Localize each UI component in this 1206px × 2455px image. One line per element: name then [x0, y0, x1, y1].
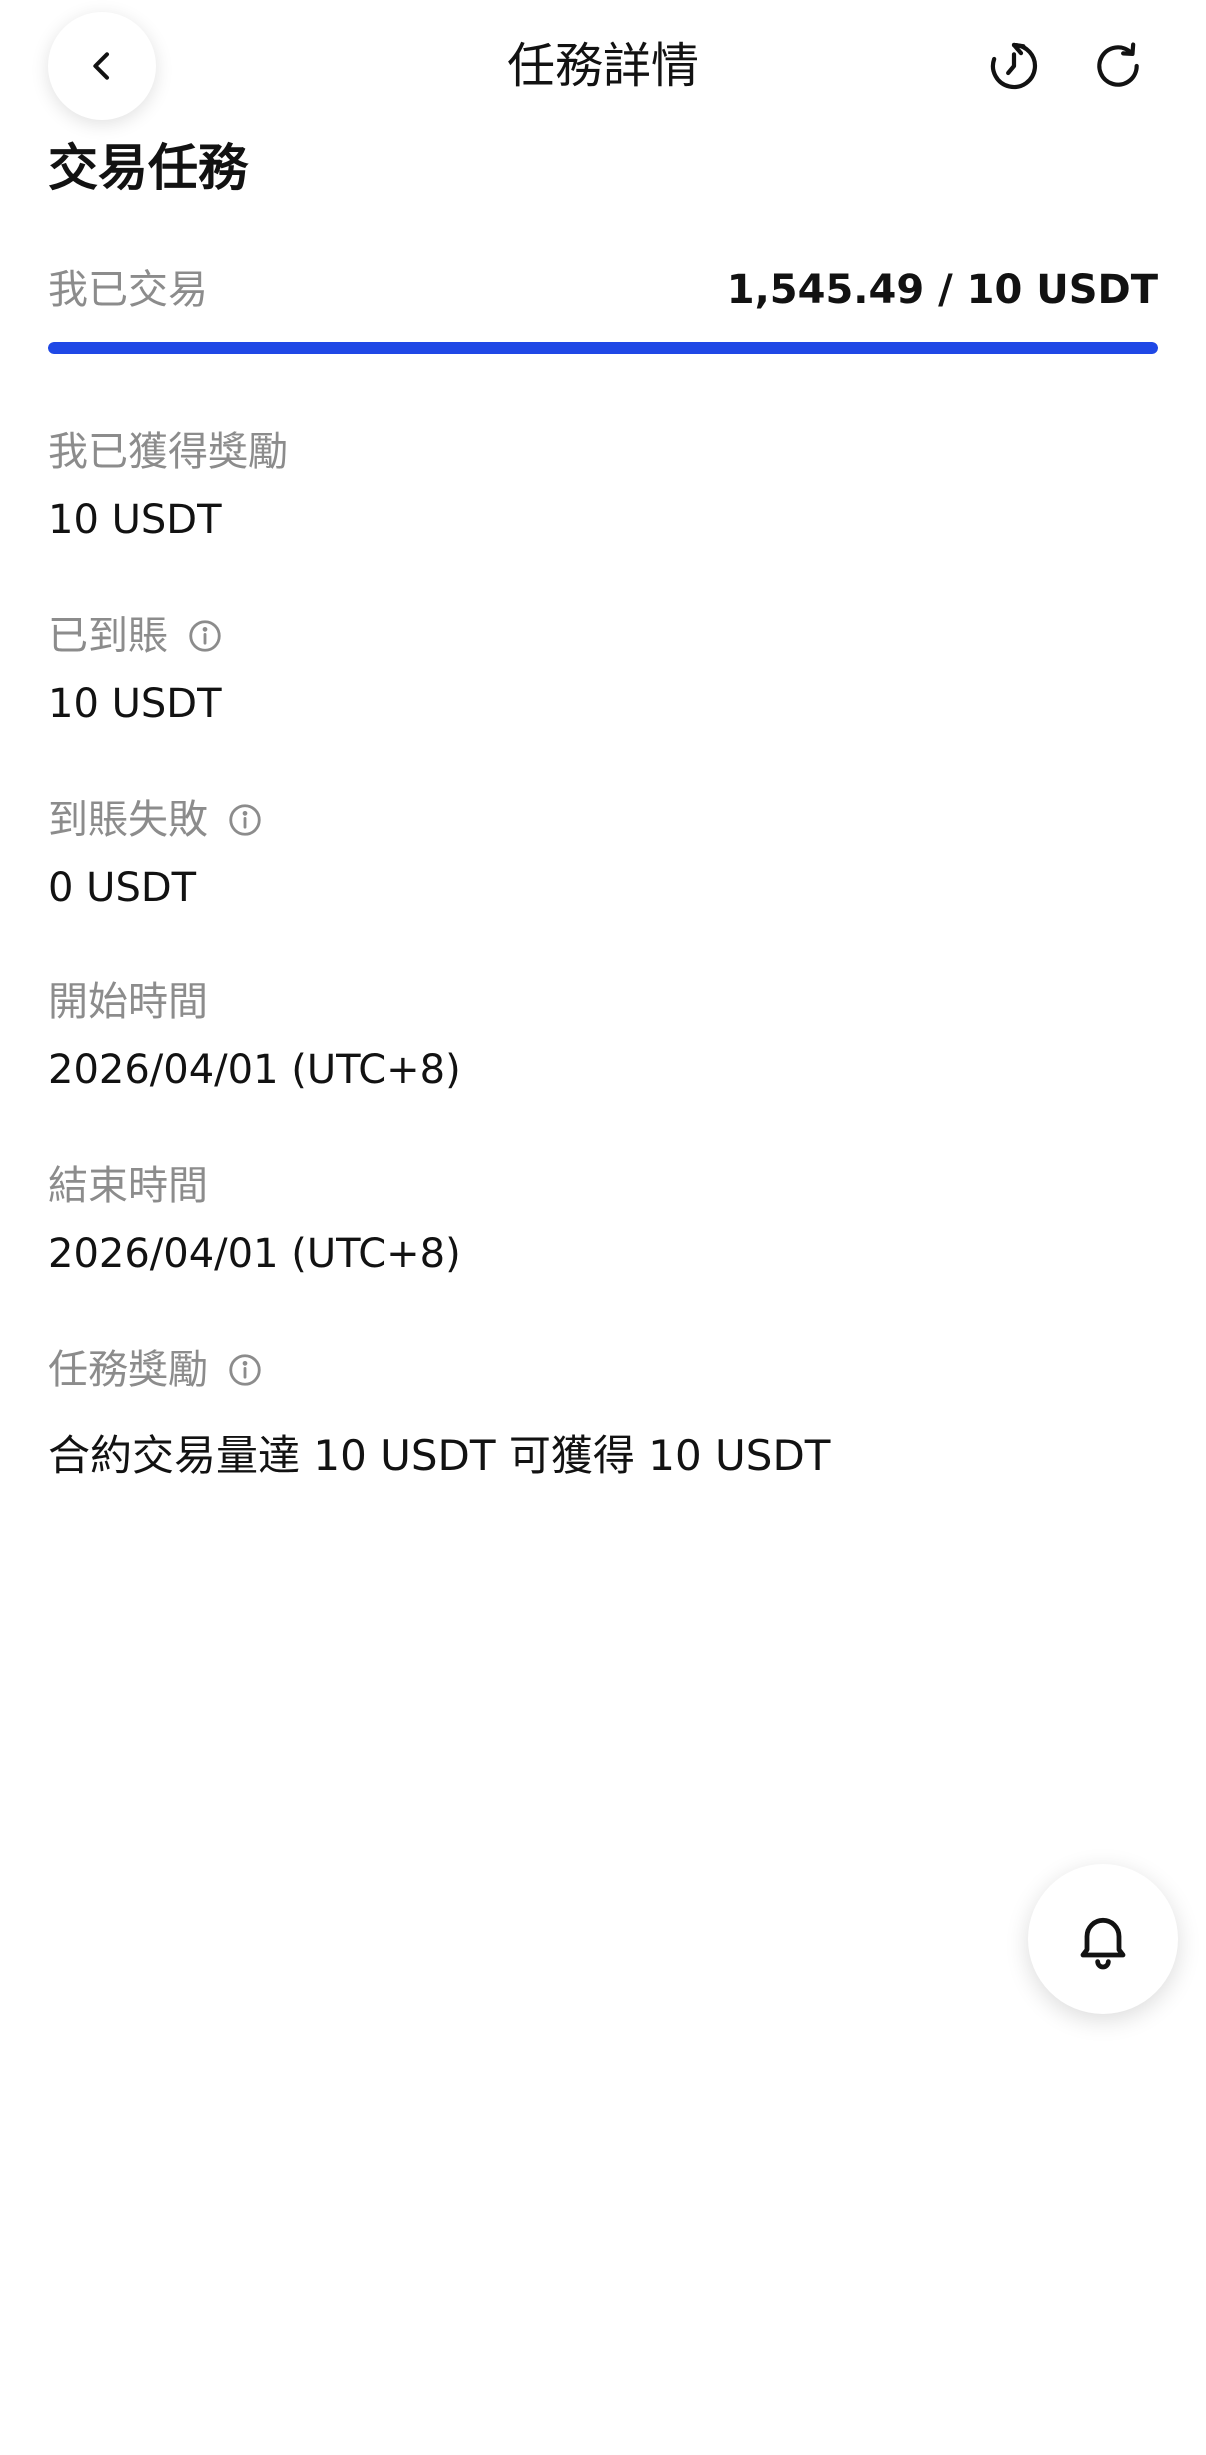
end-time-field: 結束時間 2026/04/01 (UTC+8) — [48, 1158, 1158, 1282]
task-reward-value: 合約交易量達 10 USDT 可獲得 10 USDT — [48, 1431, 831, 1480]
traded-value: 1,545.49 / 10 USDT — [726, 267, 1158, 313]
info-icon[interactable] — [186, 617, 224, 655]
history-clock-icon — [986, 38, 1042, 94]
start-time-label: 開始時間 — [48, 974, 1158, 1030]
end-time-label: 結束時間 — [48, 1158, 1158, 1214]
top-bar: 任務詳情 — [0, 0, 1206, 130]
progress-bar — [48, 342, 1158, 354]
refresh-icon — [1090, 38, 1146, 94]
task-reward-field: 任務獎勵 合約交易量達 10 USDT 可獲得 10 USDT — [48, 1342, 1158, 1484]
info-icon[interactable] — [226, 1351, 264, 1389]
task-reward-label: 任務獎勵 — [48, 1342, 1158, 1398]
start-time-field: 開始時間 2026/04/01 (UTC+8) — [48, 974, 1158, 1098]
notification-button[interactable] — [1028, 1864, 1178, 2014]
section-title: 交易任務 — [48, 139, 248, 197]
failed-label: 到賬失敗 — [48, 792, 1158, 848]
end-time-label-text: 結束時間 — [48, 1163, 208, 1209]
failed-value: 0 USDT — [48, 865, 197, 911]
failed-label-text: 到賬失敗 — [48, 797, 208, 843]
end-time-value: 2026/04/01 (UTC+8) — [48, 1231, 461, 1277]
start-time-label-text: 開始時間 — [48, 979, 208, 1025]
earned-reward-label: 我已獲得獎勵 — [48, 424, 1158, 480]
earned-reward-label-text: 我已獲得獎勵 — [48, 429, 288, 475]
bell-icon — [1071, 1907, 1135, 1971]
failed-field: 到賬失敗 0 USDT — [48, 792, 1158, 916]
earned-reward-value: 10 USDT — [48, 497, 222, 543]
traded-label: 我已交易 — [48, 267, 208, 313]
start-time-value: 2026/04/01 (UTC+8) — [48, 1047, 461, 1093]
credited-field: 已到賬 10 USDT — [48, 608, 1158, 732]
credited-value: 10 USDT — [48, 681, 222, 727]
info-icon[interactable] — [226, 801, 264, 839]
task-reward-label-text: 任務獎勵 — [48, 1347, 208, 1393]
earned-reward-field: 我已獲得獎勵 10 USDT — [48, 424, 1158, 548]
credited-label-text: 已到賬 — [48, 613, 168, 659]
progress-fill — [48, 342, 1158, 354]
refresh-button[interactable] — [1090, 38, 1146, 94]
history-button[interactable] — [986, 38, 1042, 94]
credited-label: 已到賬 — [48, 608, 1158, 664]
